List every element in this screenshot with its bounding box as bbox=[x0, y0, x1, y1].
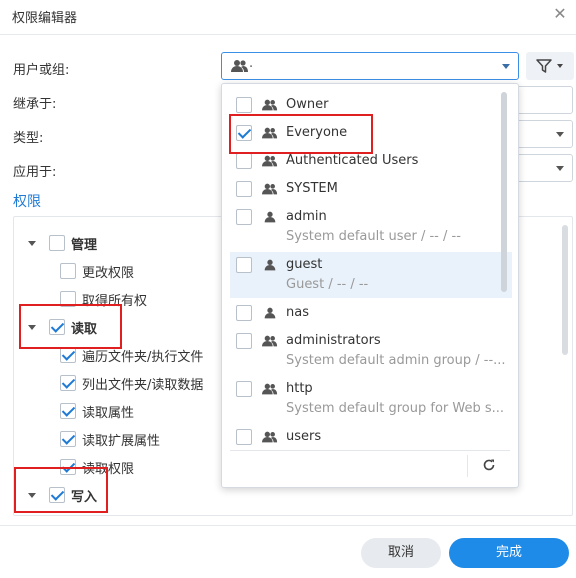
dropdown-item-name: SYSTEM bbox=[286, 181, 338, 196]
inherit-label: 继承于: bbox=[13, 97, 57, 112]
permissions-section-title: 权限 bbox=[13, 194, 41, 210]
group-icon bbox=[262, 155, 278, 167]
tree-leaf-read-attributes[interactable]: 读取属性 bbox=[60, 400, 134, 422]
dropdown-item-name: administrators bbox=[286, 333, 381, 348]
highlight-box-write bbox=[14, 467, 108, 513]
checkbox[interactable] bbox=[236, 429, 252, 445]
dropdown-item-name: Owner bbox=[286, 97, 329, 112]
dropdown-item-guest[interactable]: guest Guest / -- / -- bbox=[230, 252, 512, 298]
tree-label: 读取属性 bbox=[82, 405, 135, 421]
group-icon bbox=[262, 99, 278, 111]
checkbox[interactable] bbox=[236, 333, 252, 349]
dropdown-item-desc: System default group for Web s... bbox=[286, 401, 505, 416]
type-label: 类型: bbox=[13, 131, 44, 146]
tree-leaf-change-permissions[interactable]: 更改权限 bbox=[60, 260, 134, 282]
user-group-select[interactable]: . bbox=[221, 52, 519, 80]
checkbox[interactable] bbox=[236, 381, 252, 397]
dropdown-item-users[interactable]: users bbox=[230, 424, 512, 450]
chevron-down-icon[interactable] bbox=[502, 64, 510, 69]
dropdown-item-name: nas bbox=[286, 305, 309, 320]
user-icon bbox=[264, 211, 276, 223]
filter-icon bbox=[536, 59, 552, 73]
dropdown-item-desc: System default admin group / --... bbox=[286, 353, 506, 368]
checkbox[interactable] bbox=[60, 263, 76, 279]
group-icon bbox=[262, 383, 278, 395]
checkbox[interactable] bbox=[236, 305, 252, 321]
dropdown-item-admin[interactable]: admin System default user / -- / -- bbox=[230, 204, 512, 250]
group-icon bbox=[262, 183, 278, 195]
tree-label: 读取扩展属性 bbox=[82, 433, 161, 449]
dropdown-item-name: Authenticated Users bbox=[286, 153, 419, 168]
user-icon bbox=[264, 259, 276, 271]
checkbox[interactable] bbox=[60, 375, 76, 391]
checkbox[interactable] bbox=[236, 209, 252, 225]
filter-button[interactable] bbox=[526, 52, 574, 80]
dropdown-item-desc: System default user / -- / -- bbox=[286, 229, 461, 244]
select-text-dot: . bbox=[249, 56, 254, 71]
cancel-button[interactable]: 取消 bbox=[361, 538, 441, 568]
dropdown-item-system[interactable]: SYSTEM bbox=[230, 176, 512, 202]
refresh-icon[interactable] bbox=[482, 458, 496, 472]
tree-label: 管理 bbox=[71, 237, 98, 253]
dialog-title: 权限编辑器 bbox=[12, 11, 78, 26]
highlight-box-read bbox=[19, 304, 122, 349]
tree-node-manage[interactable]: 管理 bbox=[28, 232, 97, 254]
footer-divider bbox=[0, 525, 576, 526]
checkbox[interactable] bbox=[236, 257, 252, 273]
title-divider bbox=[0, 34, 576, 35]
checkbox[interactable] bbox=[236, 181, 252, 197]
apply-to-label: 应用于: bbox=[13, 165, 57, 180]
done-button[interactable]: 完成 bbox=[449, 538, 569, 568]
tree-leaf-read-ext-attributes[interactable]: 读取扩展属性 bbox=[60, 428, 160, 450]
permission-editor-dialog: 权限编辑器 ✕ 用户或组: . 继承于: 类型: 应用于: 权限 管理 更改权限… bbox=[0, 0, 576, 578]
group-icon bbox=[262, 431, 278, 443]
footer-separator bbox=[467, 455, 468, 477]
dropdown-item-nas[interactable]: nas bbox=[230, 300, 512, 326]
dropdown-item-http[interactable]: http System default group for Web s... bbox=[230, 376, 512, 422]
dropdown-item-name: users bbox=[286, 429, 322, 444]
chevron-down-icon[interactable] bbox=[556, 132, 564, 137]
dropdown-scrollbar[interactable] bbox=[501, 92, 507, 292]
dropdown-item-administrators[interactable]: administrators System default admin grou… bbox=[230, 328, 512, 374]
tree-leaf-list-folder[interactable]: 列出文件夹/读取数据 bbox=[60, 372, 203, 394]
checkbox[interactable] bbox=[60, 403, 76, 419]
dropdown-footer bbox=[230, 450, 510, 480]
tree-label: 列出文件夹/读取数据 bbox=[82, 377, 204, 393]
dropdown-item-name: admin bbox=[286, 209, 327, 224]
group-icon bbox=[262, 335, 278, 347]
highlight-box-everyone bbox=[229, 114, 373, 154]
checkbox[interactable] bbox=[60, 347, 76, 363]
group-icon bbox=[231, 60, 248, 72]
checkbox[interactable] bbox=[49, 235, 65, 251]
dropdown-item-name: http bbox=[286, 381, 313, 396]
close-icon[interactable]: ✕ bbox=[552, 6, 568, 22]
checkbox[interactable] bbox=[236, 153, 252, 169]
tree-scrollbar[interactable] bbox=[562, 225, 568, 355]
chevron-down-icon bbox=[557, 64, 563, 68]
user-group-label: 用户或组: bbox=[13, 63, 70, 78]
tree-label: 更改权限 bbox=[82, 265, 135, 281]
dropdown-item-desc: Guest / -- / -- bbox=[286, 277, 369, 292]
dropdown-item-name: guest bbox=[286, 257, 323, 272]
expand-triangle-icon[interactable] bbox=[28, 240, 36, 246]
checkbox[interactable] bbox=[236, 97, 252, 113]
chevron-down-icon[interactable] bbox=[556, 166, 564, 171]
checkbox[interactable] bbox=[60, 431, 76, 447]
user-icon bbox=[264, 307, 276, 319]
